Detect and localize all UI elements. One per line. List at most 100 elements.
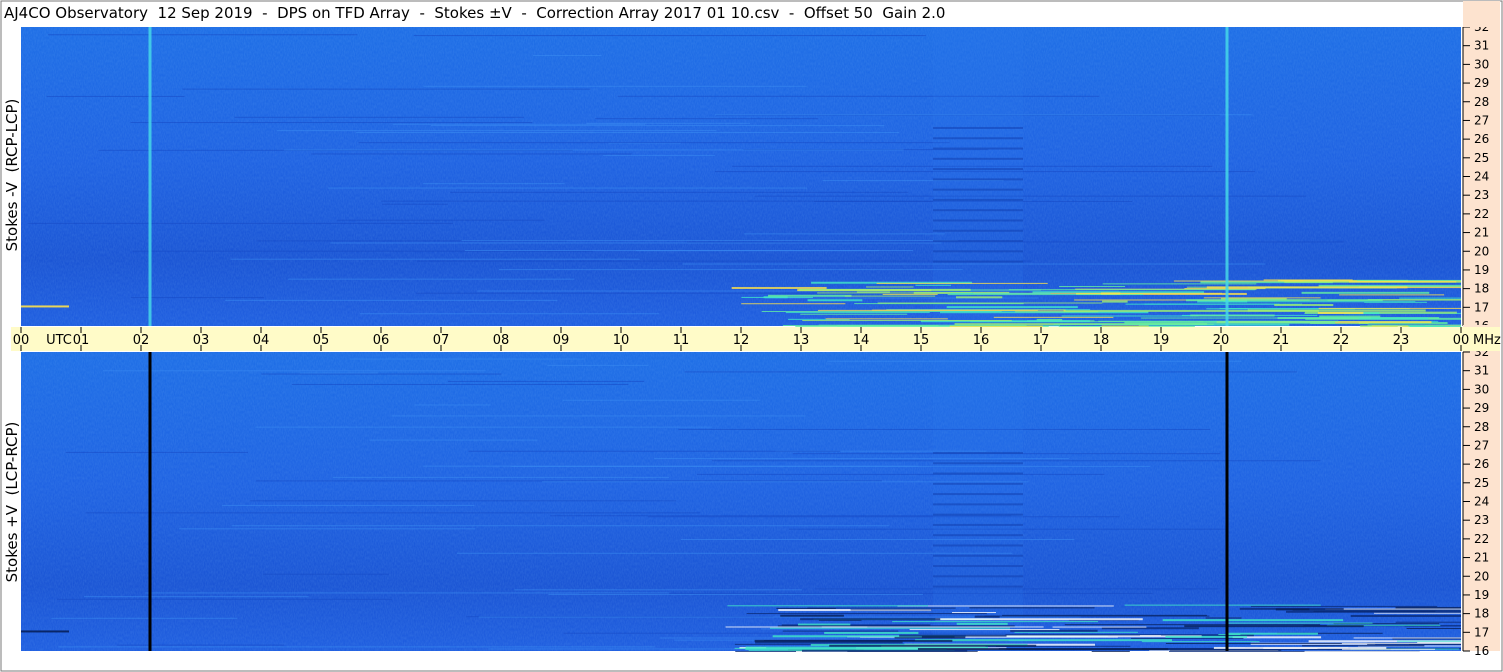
rfi-streak xyxy=(447,380,645,382)
burst-streak xyxy=(745,648,947,651)
rfi-streak xyxy=(349,358,585,360)
rfi-streak xyxy=(382,203,448,205)
burst-streak xyxy=(1063,309,1319,312)
rfi-streak xyxy=(827,360,1242,362)
band-stripe xyxy=(933,493,1023,496)
rfi-streak xyxy=(130,122,533,124)
rfi-streak xyxy=(27,222,453,224)
burst-streak xyxy=(1206,286,1408,289)
burst-streak xyxy=(955,296,1003,299)
burst-streak xyxy=(917,648,1169,651)
burst-streak xyxy=(877,302,1103,304)
burst-streak xyxy=(1353,637,1461,639)
burst-streak xyxy=(1399,297,1461,299)
burst-streak xyxy=(1173,280,1303,282)
freq-tick-label: 25 xyxy=(1474,476,1489,490)
time-tick-label: 00 xyxy=(13,333,30,348)
freq-tick-label: 26 xyxy=(1474,132,1489,146)
burst-streak xyxy=(1367,324,1461,326)
time-tick-label: 05 xyxy=(313,333,330,348)
rfi-streak xyxy=(56,598,392,600)
burst-streak xyxy=(1184,625,1364,628)
rfi-streak xyxy=(179,528,476,530)
rfi-streak xyxy=(696,473,1105,475)
burst-streak xyxy=(1251,605,1438,607)
utc-unit-label: UTC xyxy=(46,333,72,348)
freq-tick-label: 24 xyxy=(1474,170,1489,184)
rfi-streak xyxy=(256,480,882,482)
rfi-streak xyxy=(327,187,808,189)
burst-streak xyxy=(1203,297,1321,299)
rfi-streak xyxy=(514,589,802,591)
burst-streak xyxy=(829,644,1037,647)
rfi-streak xyxy=(413,35,926,37)
band-stripe xyxy=(933,472,1023,475)
rfi-streak xyxy=(263,573,389,575)
mhz-unit-label: MHz xyxy=(1473,333,1501,348)
burst-streak xyxy=(821,626,1044,628)
burst-streak xyxy=(1223,301,1416,303)
freq-tick-label: 21 xyxy=(1474,226,1489,240)
rfi-streak xyxy=(283,149,904,151)
burst-streak xyxy=(1304,650,1461,652)
burst-streak xyxy=(21,305,69,308)
time-tick-label: 15 xyxy=(913,333,930,348)
burst-streak xyxy=(807,299,863,302)
band-stripe xyxy=(933,523,1023,526)
burst-streak xyxy=(727,605,929,607)
rfi-streak xyxy=(423,183,565,185)
burst-streak xyxy=(1059,286,1126,288)
burst-streak xyxy=(1102,300,1128,303)
time-tick-label: 04 xyxy=(253,333,270,348)
rfi-streak xyxy=(754,195,1307,197)
rfi-streak xyxy=(330,242,942,244)
time-tick-label: 12 xyxy=(733,333,750,348)
band-stripe xyxy=(933,554,1023,557)
burst-streak xyxy=(1341,642,1461,644)
band-stripe xyxy=(933,534,1023,537)
rfi-streak xyxy=(461,240,958,242)
panel-bottom: 1617181920212223242526272829303132 xyxy=(21,325,1500,658)
rfi-streak xyxy=(423,85,807,87)
rfi-streak xyxy=(595,118,819,120)
rfi-streak xyxy=(47,34,358,36)
burst-streak xyxy=(946,306,1078,309)
rfi-streak xyxy=(647,516,1120,518)
rfi-streak xyxy=(222,504,475,506)
time-tick-label: 19 xyxy=(1153,333,1170,348)
freq-tick-label: 19 xyxy=(1474,263,1489,277)
rfi-streak xyxy=(277,130,717,132)
burst-streak xyxy=(844,295,936,297)
band-stripe xyxy=(933,188,1023,191)
burst-streak xyxy=(741,296,813,298)
time-tick-label: 10 xyxy=(613,333,630,348)
freq-tick-label: 16 xyxy=(1474,644,1489,658)
burst-streak xyxy=(1302,645,1425,647)
burst-streak xyxy=(1374,612,1461,614)
freq-tick-label: 28 xyxy=(1474,95,1489,109)
freq-tick-label: 22 xyxy=(1474,207,1489,221)
time-tick-label: 07 xyxy=(433,333,450,348)
burst-streak xyxy=(1162,619,1344,622)
rfi-streak xyxy=(117,644,285,646)
rfi-streak xyxy=(225,299,558,301)
burst-streak xyxy=(1010,629,1098,632)
vertical-interference-line xyxy=(1225,352,1229,651)
band-stripe xyxy=(933,157,1023,160)
band-stripe xyxy=(933,147,1023,150)
burst-streak xyxy=(1091,650,1130,652)
rfi-streak xyxy=(291,383,629,385)
rfi-streak xyxy=(250,500,677,502)
time-tick-label: 02 xyxy=(133,333,150,348)
burst-streak xyxy=(801,649,968,652)
burst-streak xyxy=(850,609,932,611)
rfi-streak xyxy=(586,122,751,124)
freq-tick-label: 24 xyxy=(1474,495,1489,509)
burst-streak xyxy=(825,318,948,320)
burst-streak xyxy=(782,630,899,632)
rfi-streak xyxy=(369,439,538,441)
burst-streak xyxy=(1165,635,1247,638)
band-stripe xyxy=(933,219,1023,222)
rfi-streak xyxy=(85,512,700,514)
burst-streak xyxy=(1319,315,1381,318)
